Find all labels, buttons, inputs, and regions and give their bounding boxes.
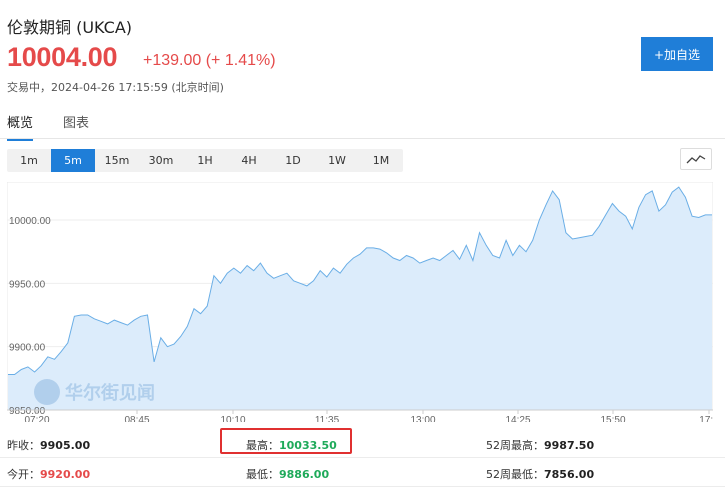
period-30m[interactable]: 30m	[139, 149, 183, 172]
stat-high52: 52周最高：9987.50	[486, 437, 594, 453]
stat-low52-value: 7856.00	[544, 468, 595, 481]
stat-low-label: 最低：	[246, 468, 279, 481]
stats-divider-bottom	[0, 486, 725, 487]
stat-open-value: 9920.00	[40, 468, 91, 481]
period-1mo[interactable]: 1M	[359, 149, 403, 172]
instrument-title: 伦敦期铜 (UKCA)	[7, 18, 133, 37]
x-tick-label: 15:50	[600, 415, 625, 422]
last-price: 10004.00	[7, 42, 118, 72]
period-selector: 1m 5m 15m 30m 1H 4H 1D 1W 1M	[7, 149, 403, 172]
x-tick-label: 14:25	[505, 415, 530, 422]
stat-prev-close-value: 9905.00	[40, 439, 91, 452]
add-to-watchlist-button[interactable]: +加自选	[641, 37, 713, 71]
highlight-box	[220, 428, 352, 454]
period-1d[interactable]: 1D	[271, 149, 315, 172]
tab-overview[interactable]: 概览	[7, 112, 34, 141]
price-chart: 9850.009900.009950.0010000.0007:20 08:45 1…	[7, 182, 713, 422]
period-1m[interactable]: 1m	[7, 149, 51, 172]
stat-low52: 52周最低：7856.00	[486, 466, 594, 482]
stat-low: 最低：9886.00	[246, 466, 329, 482]
x-tick-label: 10:10	[220, 415, 245, 422]
period-15m[interactable]: 15m	[95, 149, 139, 172]
trading-status: 交易中，2024-04-26 17:15:59 (北京时间)	[7, 81, 224, 94]
stat-prev-close-label: 昨收：	[7, 439, 40, 452]
price-change: +139.00 (+ 1.41%)	[143, 52, 276, 69]
y-tick-label: 10000.00	[9, 216, 51, 227]
period-1w[interactable]: 1W	[315, 149, 359, 172]
watermark-logo: 华尔街见闻	[34, 379, 155, 405]
x-tick-label: 11:35	[315, 415, 340, 422]
stat-open: 今开：9920.00	[7, 466, 90, 482]
stat-low52-label: 52周最低：	[486, 468, 544, 481]
stat-prev-close: 昨收：9905.00	[7, 437, 90, 453]
x-tick-label: 13:00	[410, 415, 435, 422]
stat-high52-label: 52周最高：	[486, 439, 544, 452]
view-tabs: 概览 图表	[7, 112, 119, 141]
stat-open-label: 今开：	[7, 468, 40, 481]
stat-low-value: 9886.00	[279, 468, 330, 481]
y-tick-label: 9900.00	[9, 343, 46, 354]
tab-chart[interactable]: 图表	[63, 112, 89, 141]
stats-divider	[0, 457, 725, 458]
x-tick-label: 17:1	[699, 415, 713, 422]
period-4h[interactable]: 4H	[227, 149, 271, 172]
tab-divider	[0, 138, 725, 139]
period-5m[interactable]: 5m	[51, 149, 95, 172]
watermark-text: 华尔街见闻	[65, 382, 155, 404]
watermark-icon	[34, 379, 60, 405]
x-tick-label: 08:45	[124, 415, 149, 422]
line-chart-icon	[686, 155, 706, 164]
chart-type-button[interactable]	[680, 148, 712, 170]
period-1h[interactable]: 1H	[183, 149, 227, 172]
stat-high52-value: 9987.50	[544, 439, 595, 452]
y-tick-label: 9950.00	[9, 279, 46, 290]
x-tick-label: 07:20	[24, 415, 49, 422]
